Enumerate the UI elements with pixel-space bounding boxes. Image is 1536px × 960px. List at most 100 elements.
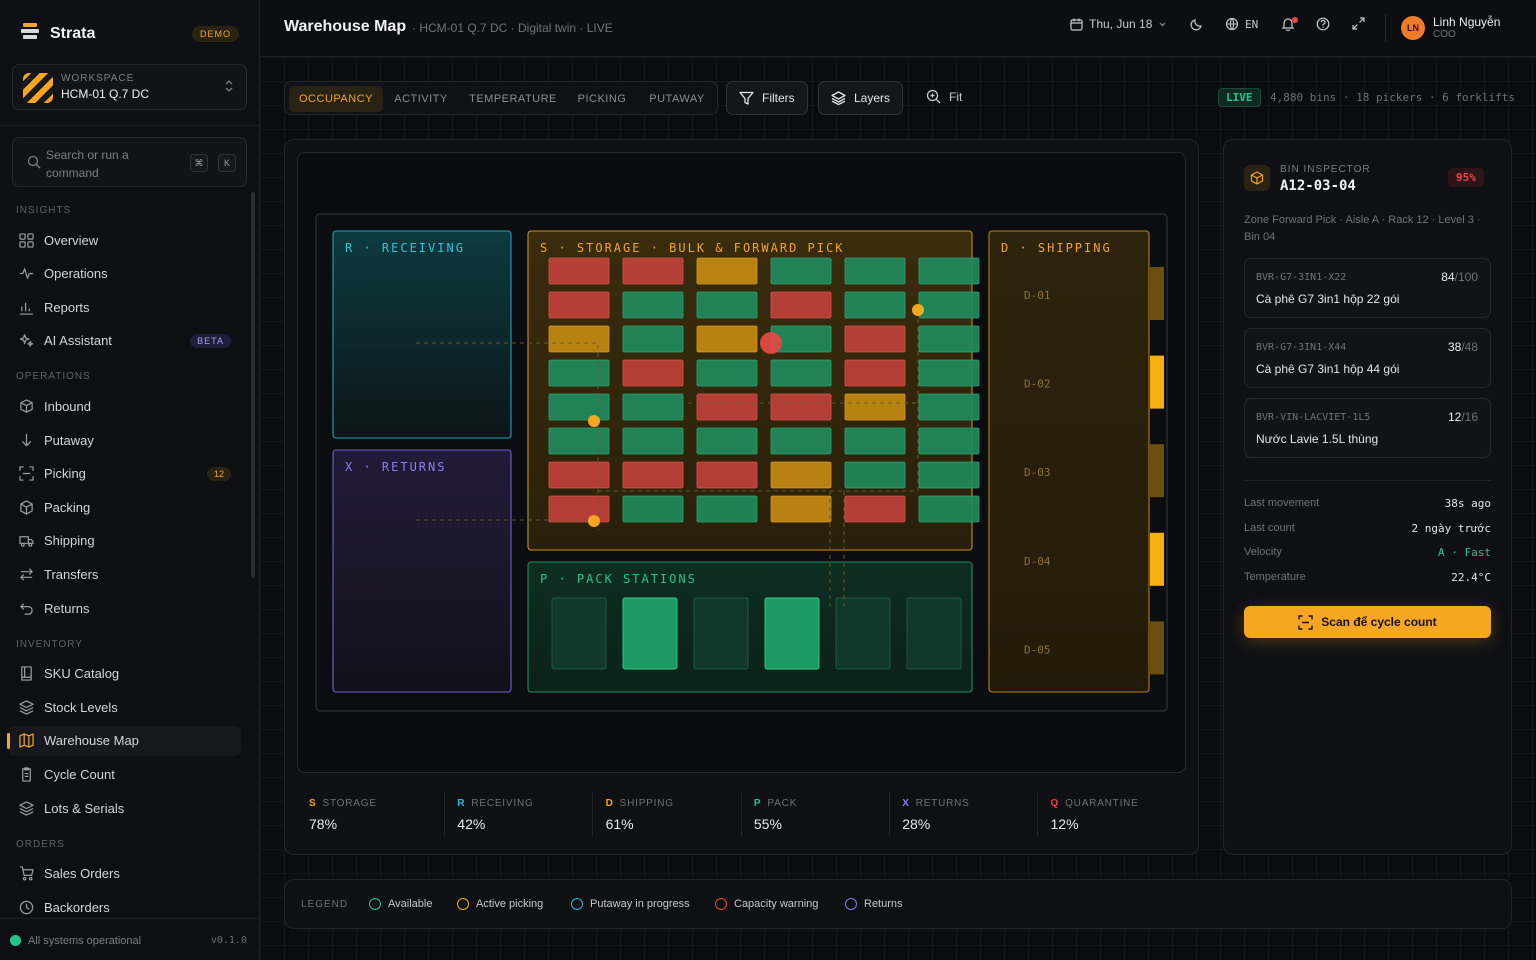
storage-bin[interactable] xyxy=(770,427,832,455)
sidebar-item-reports[interactable]: Reports xyxy=(8,292,241,322)
user-name[interactable]: Linh Nguyễn xyxy=(1433,15,1500,29)
command-search[interactable]: Search or run a command ⌘ K xyxy=(12,137,247,187)
storage-bin[interactable] xyxy=(770,257,832,285)
filters-button[interactable]: Filters xyxy=(726,81,808,115)
storage-bin[interactable] xyxy=(770,359,832,387)
storage-bin[interactable] xyxy=(622,325,684,353)
tab-activity[interactable]: ACTIVITY xyxy=(385,86,457,112)
dock-door[interactable] xyxy=(1150,621,1164,675)
avatar[interactable]: LN xyxy=(1401,16,1425,40)
storage-bin[interactable] xyxy=(622,461,684,489)
sku-card[interactable]: BVR-VIN-LACVIET-1L5 12/16 Nước Lavie 1.5L … xyxy=(1244,398,1491,458)
storage-bin[interactable] xyxy=(622,393,684,421)
pack-station[interactable] xyxy=(693,597,749,670)
zone-receiving[interactable] xyxy=(332,230,512,439)
pack-station[interactable] xyxy=(622,597,678,670)
picker-marker[interactable] xyxy=(912,304,924,316)
storage-bin[interactable] xyxy=(548,495,610,523)
storage-bin[interactable] xyxy=(770,291,832,319)
sidebar-item-warehouse-map[interactable]: Warehouse Map xyxy=(7,725,241,756)
storage-bin[interactable] xyxy=(918,359,980,387)
sku-card[interactable]: BVR-G7-3IN1-X22 84/100 Cà phê G7 3in1 hộp … xyxy=(1244,258,1491,318)
sidebar-item-transfers[interactable]: Transfers xyxy=(8,559,241,589)
map-canvas[interactable]: R · RECEIVING X · RETURNS S · STORAGE · … xyxy=(297,152,1186,773)
tab-occupancy[interactable]: OCCUPANCY xyxy=(289,86,383,112)
fullscreen-button[interactable] xyxy=(1352,17,1365,30)
storage-bin[interactable] xyxy=(548,325,610,353)
storage-bin[interactable] xyxy=(622,427,684,455)
storage-bin[interactable] xyxy=(844,427,906,455)
date-picker[interactable]: Thu, Jun 18 xyxy=(1070,17,1167,31)
tab-temperature[interactable]: TEMPERATURE xyxy=(463,86,563,112)
storage-bin[interactable] xyxy=(622,291,684,319)
storage-bin[interactable] xyxy=(696,291,758,319)
storage-bin[interactable] xyxy=(548,359,610,387)
storage-bin[interactable] xyxy=(696,461,758,489)
pack-station[interactable] xyxy=(906,597,962,670)
sidebar-item-stock-levels[interactable]: Stock Levels xyxy=(8,692,241,722)
storage-bin[interactable] xyxy=(844,359,906,387)
tab-putaway[interactable]: PUTAWAY xyxy=(641,86,713,112)
storage-bin[interactable] xyxy=(770,461,832,489)
zone-returns[interactable] xyxy=(332,449,512,693)
sidebar-item-returns[interactable]: Returns xyxy=(8,593,241,623)
dock-door[interactable] xyxy=(1150,355,1164,409)
storage-bin[interactable] xyxy=(918,257,980,285)
storage-bin[interactable] xyxy=(770,393,832,421)
storage-bin[interactable] xyxy=(696,393,758,421)
dock-door[interactable] xyxy=(1150,267,1164,320)
storage-bin[interactable] xyxy=(844,495,906,523)
sidebar-item-picking[interactable]: Picking 12 xyxy=(8,459,241,489)
storage-bin[interactable] xyxy=(918,461,980,489)
help-button[interactable] xyxy=(1316,17,1330,31)
brand[interactable]: Strata xyxy=(20,22,95,45)
storage-bin[interactable] xyxy=(622,257,684,285)
storage-bin[interactable] xyxy=(548,393,610,421)
sidebar-item-packing[interactable]: Packing xyxy=(8,492,241,522)
sidebar-item-ai-assistant[interactable]: AI Assistant BETA xyxy=(8,326,241,356)
pack-station[interactable] xyxy=(835,597,891,670)
fit-button[interactable]: Fit xyxy=(926,89,962,104)
storage-bin[interactable] xyxy=(918,291,980,319)
storage-bin[interactable] xyxy=(770,495,832,523)
dock-door[interactable] xyxy=(1150,444,1164,498)
workspace-switcher[interactable]: WORKSPACE HCM-01 Q.7 DC xyxy=(12,64,247,110)
storage-bin[interactable] xyxy=(844,257,906,285)
storage-bin[interactable] xyxy=(696,359,758,387)
sidebar-item-operations[interactable]: Operations xyxy=(8,259,241,289)
layers-button[interactable]: Layers xyxy=(818,81,904,115)
sidebar-item-sku-catalog[interactable]: SKU Catalog xyxy=(8,659,241,689)
sidebar-item-shipping[interactable]: Shipping xyxy=(8,526,241,556)
picker-marker[interactable] xyxy=(588,515,600,527)
sidebar-item-inbound[interactable]: Inbound xyxy=(8,391,241,421)
picker-marker[interactable] xyxy=(588,415,600,427)
storage-bin[interactable] xyxy=(844,461,906,489)
selected-bin-marker[interactable] xyxy=(760,332,782,354)
storage-bin[interactable] xyxy=(548,257,610,285)
storage-bin[interactable] xyxy=(622,495,684,523)
pack-station[interactable] xyxy=(551,597,607,670)
zone-shipping[interactable] xyxy=(988,230,1150,693)
sku-card[interactable]: BVR-G7-3IN1-X44 38/48 Cà phê G7 3in1 hộp 4… xyxy=(1244,328,1491,388)
sidebar-item-overview[interactable]: Overview xyxy=(8,225,241,255)
storage-bin[interactable] xyxy=(696,325,758,353)
sidebar-item-sales-orders[interactable]: Sales Orders xyxy=(8,859,241,889)
storage-bin[interactable] xyxy=(844,393,906,421)
storage-bin[interactable] xyxy=(918,325,980,353)
storage-bin[interactable] xyxy=(696,495,758,523)
storage-bin[interactable] xyxy=(844,291,906,319)
storage-bin[interactable] xyxy=(918,393,980,421)
sidebar-item-cycle-count[interactable]: Cycle Count xyxy=(8,759,241,789)
dock-door[interactable] xyxy=(1150,532,1164,586)
storage-bin[interactable] xyxy=(918,495,980,523)
scan-cycle-count-button[interactable]: Scan để cycle count xyxy=(1244,606,1491,638)
pack-station[interactable] xyxy=(764,597,820,670)
warehouse-map[interactable]: R · RECEIVING X · RETURNS S · STORAGE · … xyxy=(298,153,1187,774)
storage-bin[interactable] xyxy=(548,427,610,455)
sidebar-scrollbar[interactable] xyxy=(251,192,255,578)
theme-toggle[interactable] xyxy=(1190,17,1204,31)
tab-picking[interactable]: PICKING xyxy=(569,86,635,112)
sidebar-item-putaway[interactable]: Putaway xyxy=(8,425,241,455)
storage-bin[interactable] xyxy=(844,325,906,353)
storage-bin[interactable] xyxy=(622,359,684,387)
